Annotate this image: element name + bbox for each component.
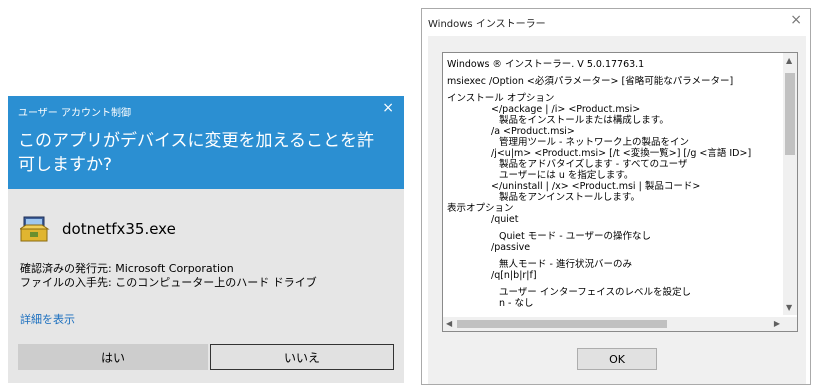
help-line: n - なし — [499, 298, 534, 309]
uac-header: ユーザー アカウント制御 × このアプリがデバイスに変更を加えることを許可します… — [8, 96, 404, 189]
help-text: Windows ® インストーラー. V 5.0.17763.1 msiexec… — [447, 59, 781, 315]
horizontal-scrollbar[interactable]: ◀ ▶ — [443, 317, 783, 331]
publisher-text: 確認済みの発行元: Microsoft Corporation — [20, 262, 234, 275]
vertical-scroll-thumb[interactable] — [785, 73, 795, 155]
help-line: /quiet — [491, 214, 519, 225]
vertical-scrollbar[interactable]: ▲ ▼ — [783, 53, 797, 315]
help-line: /a <Product.msi> — [491, 126, 575, 137]
yes-button[interactable]: はい — [18, 344, 208, 370]
installer-frame: Windows ® インストーラー. V 5.0.17763.1 msiexec… — [428, 36, 806, 384]
uac-question: このアプリがデバイスに変更を加えることを許可しますか? — [18, 131, 374, 175]
publisher-info: 確認済みの発行元: Microsoft Corporation ファイルの入手先… — [20, 262, 317, 290]
close-icon[interactable]: × — [382, 101, 394, 115]
help-line: 無人モード - 進行状況バーのみ — [499, 259, 632, 270]
installer-window: Windows インストーラー × Windows ® インストーラー. V 5… — [421, 8, 811, 385]
help-line: 管理用ツール - ネットワーク上の製品をイン — [499, 137, 689, 148]
scroll-right-icon[interactable]: ▶ — [774, 319, 780, 328]
window-title: Windows インストーラー — [428, 19, 546, 30]
help-line: /passive — [491, 242, 531, 253]
help-line: Windows ® インストーラー. V 5.0.17763.1 — [447, 59, 645, 70]
app-name: dotnetfx35.exe — [62, 220, 176, 238]
help-line: 製品をインストールまたは構成します。 — [499, 115, 669, 126]
help-line: </package | /i> <Product.msi> — [491, 104, 641, 115]
uac-dialog: ユーザー アカウント制御 × このアプリがデバイスに変更を加えることを許可します… — [8, 96, 404, 383]
uac-caption: ユーザー アカウント制御 — [18, 108, 131, 119]
scroll-left-icon[interactable]: ◀ — [446, 319, 452, 328]
help-line: /j<u|m> <Product.msi> [/t <変換一覧>] [/g <言… — [491, 148, 752, 159]
help-line: ユーザー インターフェイスのレベルを設定し — [499, 287, 691, 298]
app-info: dotnetfx35.exe — [18, 213, 176, 245]
help-line: </uninstall | /x> <Product.msi | 製品コード> — [491, 181, 701, 192]
horizontal-scroll-thumb[interactable] — [457, 320, 667, 328]
scroll-down-icon[interactable]: ▼ — [786, 303, 792, 312]
ok-button[interactable]: OK — [577, 348, 657, 370]
help-line: Quiet モード - ユーザーの操作なし — [499, 231, 652, 242]
no-button[interactable]: いいえ — [210, 344, 394, 370]
help-line: /q[n|b|r|f] — [491, 270, 537, 281]
scroll-up-icon[interactable]: ▲ — [786, 56, 792, 65]
help-line: 製品をアンインストールします。 — [499, 192, 640, 203]
help-line: msiexec /Option <必須パラメーター> [省略可能なパラメーター] — [447, 76, 734, 87]
help-line: ユーザーには u を指定します。 — [499, 170, 634, 181]
show-details-link[interactable]: 詳細を表示 — [20, 311, 75, 327]
window-close-icon[interactable]: × — [790, 12, 802, 28]
help-line: 表示オプション — [447, 203, 514, 214]
origin-text: ファイルの入手先: このコンピューター上のハード ドライブ — [20, 276, 317, 289]
help-textbox[interactable]: Windows ® インストーラー. V 5.0.17763.1 msiexec… — [442, 52, 798, 332]
help-line: インストール オプション — [447, 93, 555, 104]
help-line: 製品をアドバタイズします - すべてのユーザ — [499, 159, 688, 170]
scroll-corner — [783, 317, 797, 331]
installer-package-icon — [18, 216, 50, 242]
